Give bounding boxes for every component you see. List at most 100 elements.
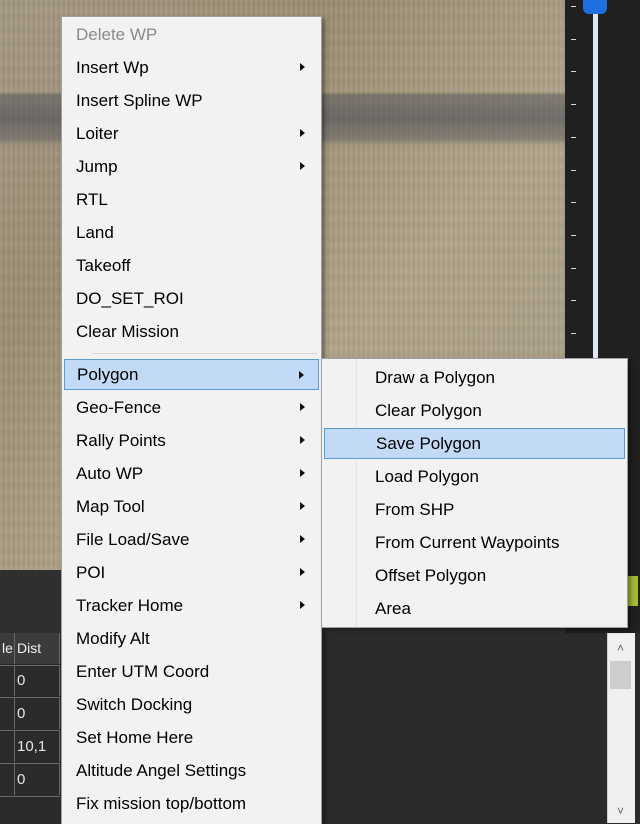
grid-header-cell[interactable]: le [0,633,15,664]
scale-tick [571,267,576,269]
menu-item-auto-wp[interactable]: Auto WP [64,458,319,489]
menu-item-rally-points[interactable]: Rally Points [64,425,319,456]
menu-item-label: Jump [76,157,118,176]
menu-item-takeoff[interactable]: Takeoff [64,250,319,281]
grid-cell-dist[interactable]: 0 [15,698,60,729]
chevron-right-icon [300,535,305,543]
menu-item-label: Land [76,223,114,242]
menu-item-label: Switch Docking [76,695,193,714]
menu-item-label: POI [76,563,106,582]
scale-tick [571,333,576,334]
menu-item-switch-docking[interactable]: Switch Docking [64,689,319,720]
submenu-item-save-polygon[interactable]: Save Polygon [324,428,625,459]
table-row[interactable]: 0 [0,764,60,797]
menu-item-label: Enter UTM Coord [76,662,210,681]
menu-item-tracker-home[interactable]: Tracker Home [64,590,319,621]
menu-item-delete-wp[interactable]: Delete WP [64,19,319,50]
chevron-down-icon[interactable]: ˅ [607,799,634,823]
menu-item-geo-fence[interactable]: Geo-Fence [64,392,319,423]
scale-tick [571,234,576,236]
menu-item-poi[interactable]: POI [64,557,319,588]
menu-item-polygon[interactable]: Polygon [64,359,319,390]
menu-item-label: Fix mission top/bottom [76,794,247,813]
menu-item-insert-spline-wp[interactable]: Insert Spline WP [64,85,319,116]
menu-item-set-home-here[interactable]: Set Home Here [64,722,319,753]
menu-item-label: Polygon [77,365,139,384]
grid-cell-dist[interactable]: 0 [15,665,60,696]
submenu-item-load-polygon[interactable]: Load Polygon [324,461,625,492]
scale-tick [571,300,576,302]
scale-tick [571,202,576,204]
menu-item-label: Auto WP [76,464,144,483]
chevron-right-icon [300,63,305,71]
grid-cell-dist[interactable]: 0 [15,764,60,795]
submenu-item-label: Draw a Polygon [375,368,496,387]
scale-tick [571,136,576,138]
chevron-right-icon [300,436,305,444]
grid-header-row: le Dist [0,633,60,666]
grid-cell-dist[interactable]: 10,1 [15,731,60,762]
menu-item-label: Insert Spline WP [76,91,203,110]
submenu-item-label: Load Polygon [375,467,479,486]
menu-item-file-load-save[interactable]: File Load/Save [64,524,319,555]
submenu-item-offset-polygon[interactable]: Offset Polygon [324,560,625,591]
menu-item-label: Tracker Home [76,596,184,615]
grid-cell[interactable] [0,665,15,696]
menu-item-clear-mission[interactable]: Clear Mission [64,316,319,347]
chevron-right-icon [300,403,305,411]
grid-cell[interactable] [0,698,15,729]
grid-cell[interactable] [0,731,15,762]
menu-item-fix-mission-top-bottom[interactable]: Fix mission top/bottom [64,788,319,819]
submenu-item-label: From SHP [375,500,455,519]
menu-item-label: Altitude Angel Settings [76,761,247,780]
menu-item-land[interactable]: Land [64,217,319,248]
menu-item-insert-wp[interactable]: Insert Wp [64,52,319,83]
mission-grid[interactable]: le Dist 0 0 10,1 0 [0,633,60,823]
grid-header-dist[interactable]: Dist [15,633,60,664]
menu-item-enter-utm-coord[interactable]: Enter UTM Coord [64,656,319,687]
chevron-right-icon [300,601,305,609]
submenu-item-clear-polygon[interactable]: Clear Polygon [324,395,625,426]
altitude-scale-handle[interactable] [583,0,607,14]
menu-item-label: Clear Mission [76,322,179,341]
menu-item-label: Rally Points [76,431,166,450]
polygon-submenu: Draw a Polygon Clear Polygon Save Polygon L… [321,358,628,628]
table-row[interactable]: 0 [0,698,60,731]
scale-tick [571,71,576,73]
altitude-scale-track[interactable] [593,8,598,360]
menu-item-label: Takeoff [76,256,131,275]
grid-cell[interactable] [0,764,15,795]
menu-item-loiter[interactable]: Loiter [64,118,319,149]
scale-tick [571,169,576,171]
menu-item-label: Insert Wp [76,58,149,77]
chevron-right-icon [300,568,305,576]
menu-item-altitude-angel-settings[interactable]: Altitude Angel Settings [64,755,319,786]
menu-item-label: Map Tool [76,497,145,516]
menu-item-label: File Load/Save [76,530,190,549]
chevron-up-icon[interactable]: ˄ [607,636,634,660]
menu-item-rtl[interactable]: RTL [64,184,319,215]
submenu-item-area[interactable]: Area [324,593,625,624]
chevron-right-icon [300,469,305,477]
scale-tick [571,38,576,40]
menu-item-label: Geo-Fence [76,398,162,417]
submenu-item-from-current-waypoints[interactable]: From Current Waypoints [324,527,625,558]
menu-item-jump[interactable]: Jump [64,151,319,182]
map-context-menu: Delete WP Insert Wp Insert Spline WP Loiter… [61,16,322,824]
menu-item-label: Delete WP [76,25,158,44]
menu-item-map-tool[interactable]: Map Tool [64,491,319,522]
menu-item-label: DO_SET_ROI [76,289,184,308]
menu-item-do-set-roi[interactable]: DO_SET_ROI [64,283,319,314]
menu-item-label: Loiter [76,124,119,143]
menu-item-label: Modify Alt [76,629,150,648]
menu-item-modify-alt[interactable]: Modify Alt [64,623,319,654]
menu-separator [92,353,317,354]
chevron-right-icon [300,502,305,510]
submenu-item-from-shp[interactable]: From SHP [324,494,625,525]
scrollbar-thumb[interactable] [610,661,631,689]
table-row[interactable]: 10,1 [0,731,60,764]
submenu-item-label: Clear Polygon [375,401,482,420]
table-row[interactable]: 0 [0,665,60,698]
submenu-item-label: Area [375,599,411,618]
submenu-item-draw-a-polygon[interactable]: Draw a Polygon [324,362,625,393]
